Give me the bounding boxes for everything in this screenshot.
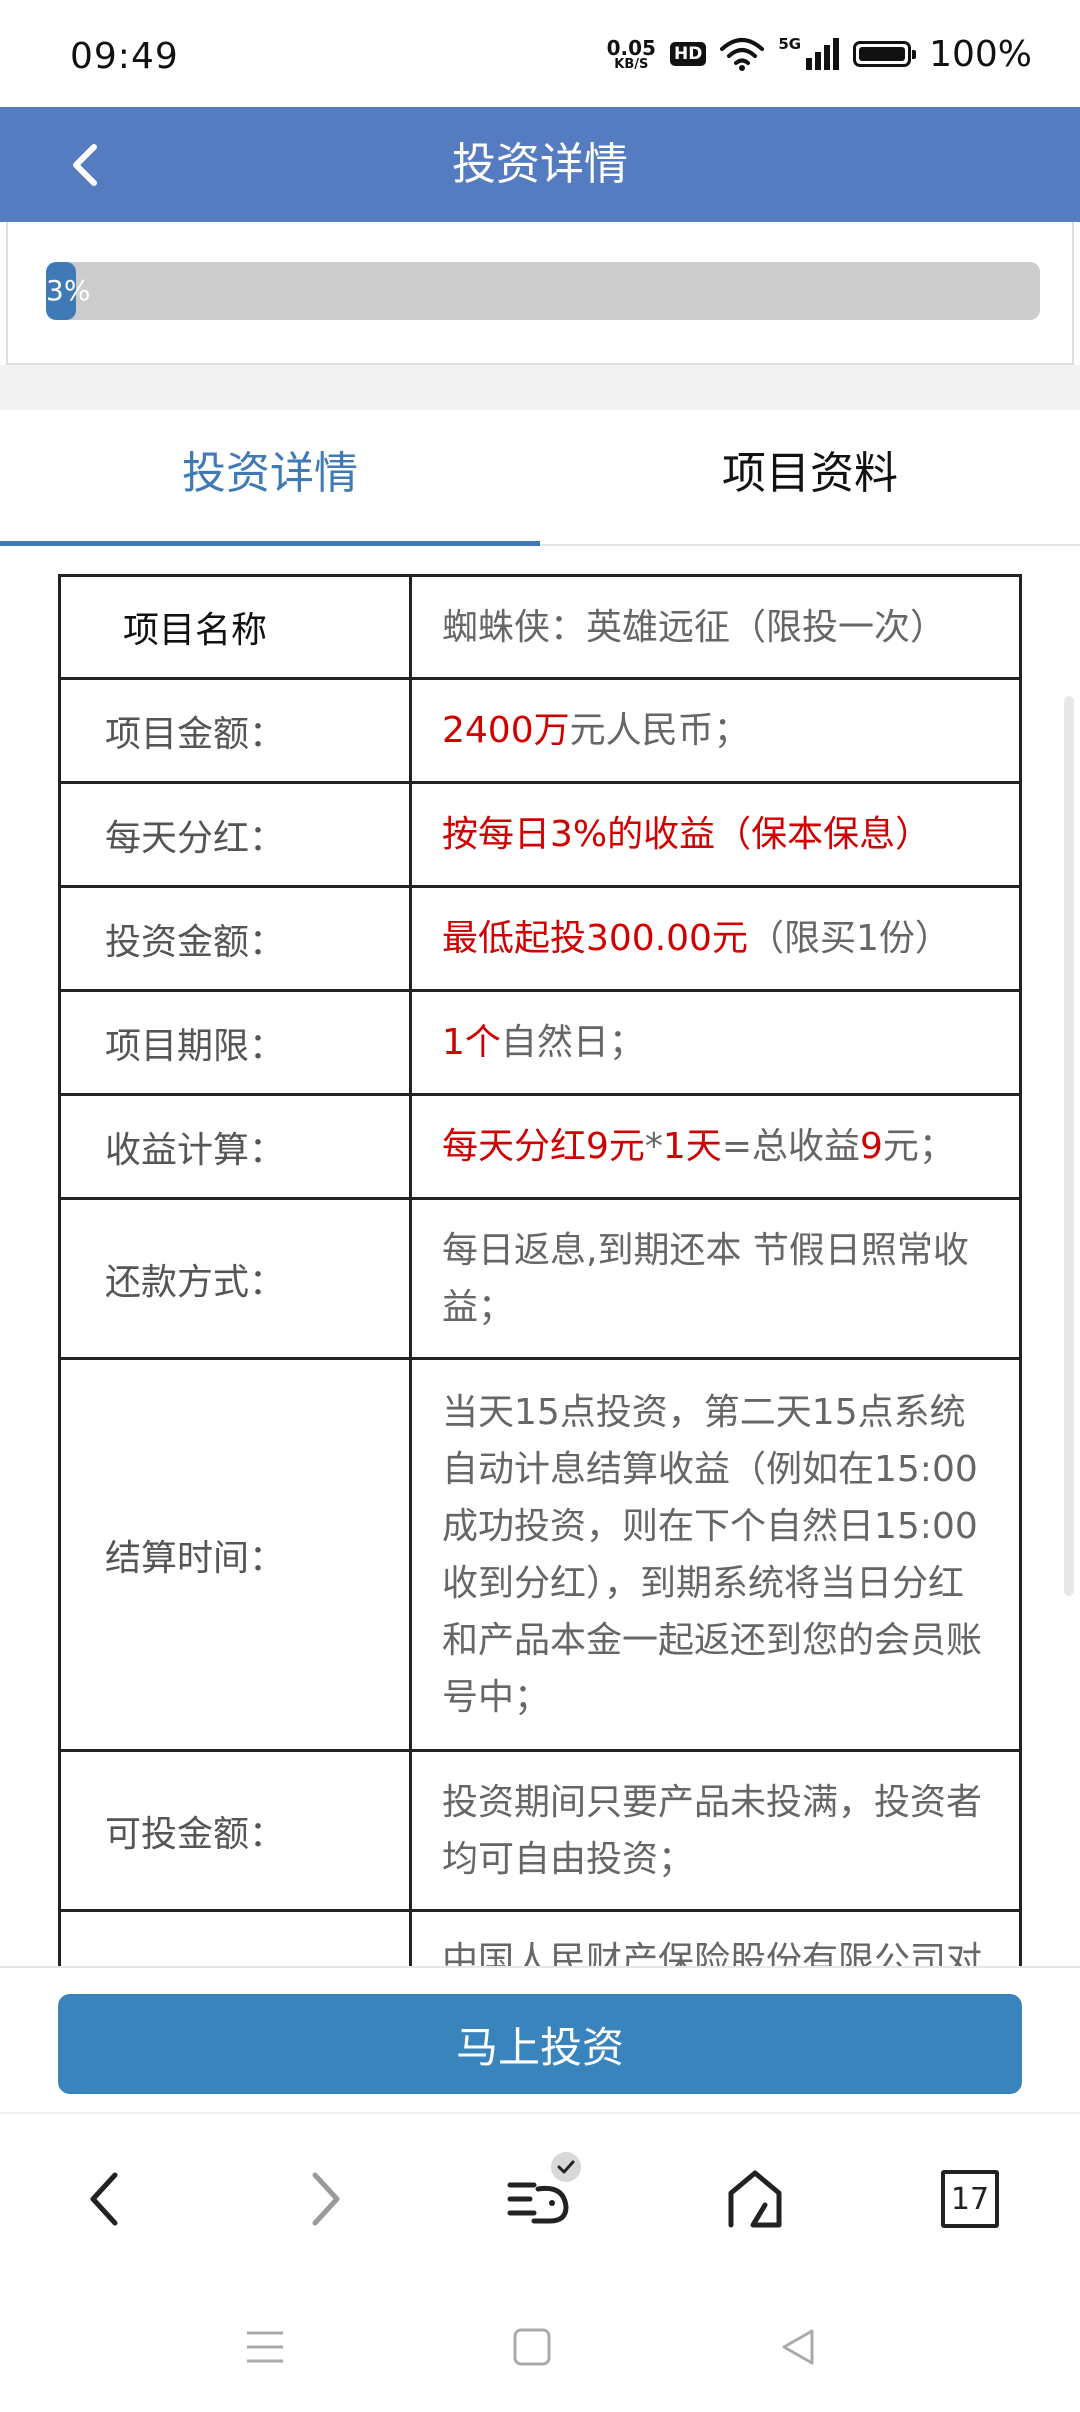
table-row: 可投金额： 投资期间只要产品未投满，投资者均可自由投资；: [58, 1749, 1022, 1912]
table-row: 每天分红： 按每日3%的收益（保本保息）: [58, 781, 1022, 888]
table-row: 还款方式： 每日返息,到期还本 节假日照常收益；: [58, 1197, 1022, 1360]
row-label: 项目金额：: [58, 677, 412, 784]
row-value-text: 自然日；: [500, 1022, 645, 1063]
system-nav-bar: [0, 2282, 1080, 2412]
row-value: 中国人民财产保险股份有限公司对: [409, 1909, 1022, 1966]
row-value-highlight: 9: [859, 1126, 883, 1167]
row-label: 结算时间：: [58, 1357, 412, 1752]
browser-menu-button[interactable]: [495, 2152, 585, 2244]
row-value: 每天分红9元*1天=总收益9元；: [409, 1093, 1022, 1200]
row-label: 还款方式：: [58, 1197, 412, 1360]
progress-card: 3%: [6, 222, 1074, 365]
row-value: 按每日3%的收益（保本保息）: [409, 781, 1022, 888]
row-label: 项目名称: [58, 574, 412, 680]
home-icon: [728, 2170, 782, 2228]
app-header: 投资详情: [0, 107, 1080, 222]
row-value: 蜘蛛侠：英雄远征（限投一次）: [409, 574, 1022, 680]
row-value-text: 元；: [882, 1126, 955, 1167]
row-value-highlight: 1天: [662, 1126, 722, 1167]
row-value-highlight: 每天分红9元: [442, 1126, 645, 1167]
details-table: 项目名称 蜘蛛侠：英雄远征（限投一次） 项目金额： 2400万元人民币； 每天分…: [58, 574, 1022, 1966]
row-value: 当天15点投资，第二天15点系统自动计息结算收益（例如在15:00成功投资，则在…: [409, 1357, 1022, 1752]
table-row: 项目名称 蜘蛛侠：英雄远征（限投一次）: [58, 574, 1022, 680]
details-content[interactable]: 项目名称 蜘蛛侠：英雄远征（限投一次） 项目金额： 2400万元人民币； 每天分…: [0, 546, 1080, 1966]
chevron-right-icon: [312, 2172, 340, 2226]
square-icon: [513, 2328, 551, 2366]
scrollbar[interactable]: [1064, 696, 1074, 1596]
row-label: 项目期限：: [58, 989, 412, 1096]
row-label: 每天分红：: [58, 781, 412, 888]
table-row: 收益计算： 每天分红9元*1天=总收益9元；: [58, 1093, 1022, 1200]
network-type-label: 5G: [778, 35, 802, 53]
status-icons: 0.05 KB/S HD 5G 100%: [607, 30, 1032, 78]
system-home-button[interactable]: [502, 2317, 562, 2377]
tab-bar: 投资详情 项目资料: [0, 410, 1080, 546]
network-speed: 0.05 KB/S: [607, 38, 656, 71]
row-value: 投资期间只要产品未投满，投资者均可自由投资；: [409, 1749, 1022, 1912]
row-value: 2400万元人民币；: [409, 677, 1022, 784]
system-back-button[interactable]: [768, 2317, 828, 2377]
section-divider: [0, 365, 1080, 410]
progress-label: 3%: [46, 274, 91, 307]
progress-bar: 3%: [46, 262, 1040, 320]
row-value: 每日返息,到期还本 节假日照常收益；: [409, 1197, 1022, 1360]
network-speed-unit: KB/S: [614, 56, 649, 72]
tab-project-info[interactable]: 项目资料: [540, 410, 1080, 544]
network-speed-value: 0.05: [606, 35, 656, 60]
status-bar: 09:49 0.05 KB/S HD 5G 100%: [0, 0, 1080, 107]
table-row: 结算时间： 当天15点投资，第二天15点系统自动计息结算收益（例如在15:00成…: [58, 1357, 1022, 1752]
chevron-left-icon: [90, 2172, 118, 2226]
table-row: 投资金额： 最低起投300.00元（限买1份）: [58, 885, 1022, 992]
row-value-text: （限买1份）: [747, 918, 951, 959]
wifi-icon: [720, 38, 765, 71]
row-value-text: *: [644, 1126, 663, 1167]
browser-forward-button[interactable]: [280, 2154, 370, 2244]
system-menu-button[interactable]: [235, 2317, 295, 2377]
chevron-left-icon: [73, 144, 97, 186]
row-value: 最低起投300.00元（限买1份）: [409, 885, 1022, 992]
action-bar: 马上投资: [0, 1966, 1080, 2112]
row-value-highlight: 2400万: [442, 710, 570, 751]
row-value-text: 元人民币；: [569, 710, 750, 751]
hd-icon: HD: [669, 42, 707, 66]
page-title: 投资详情: [452, 139, 628, 190]
table-row: 中国人民财产保险股份有限公司对: [58, 1909, 1022, 1966]
back-button[interactable]: [50, 129, 122, 201]
tab-count: 17: [941, 2170, 999, 2228]
row-value-highlight: 按每日3%的收益（保本保息）: [442, 814, 932, 855]
check-icon: [557, 2160, 575, 2174]
battery-percent: 100%: [929, 33, 1032, 75]
row-label: 可投金额：: [58, 1749, 412, 1912]
browser-home-button[interactable]: [710, 2154, 800, 2244]
check-badge: [551, 2152, 581, 2182]
table-row: 项目金额： 2400万元人民币；: [58, 677, 1022, 784]
menu-icon: [247, 2331, 283, 2363]
signal-icon: [806, 38, 840, 70]
browser-tabs-button[interactable]: 17: [925, 2154, 1015, 2244]
row-value: 1个自然日；: [409, 989, 1022, 1096]
invest-now-button[interactable]: 马上投资: [58, 1994, 1022, 2094]
row-value-highlight: 最低起投300.00元: [442, 918, 748, 959]
status-time: 09:49: [70, 36, 179, 77]
browser-toolbar: 17: [0, 2112, 1080, 2284]
tab-investment-details[interactable]: 投资详情: [0, 410, 540, 546]
row-label: 投资金额：: [58, 885, 412, 992]
row-label: [58, 1909, 412, 1966]
row-value-highlight: 1个: [442, 1022, 501, 1063]
table-row: 项目期限： 1个自然日；: [58, 989, 1022, 1096]
browser-back-button[interactable]: [60, 2154, 150, 2244]
row-value-text: =总收益: [721, 1126, 860, 1167]
triangle-back-icon: [782, 2329, 814, 2365]
battery-icon: [853, 41, 917, 67]
row-label: 收益计算：: [58, 1093, 412, 1200]
